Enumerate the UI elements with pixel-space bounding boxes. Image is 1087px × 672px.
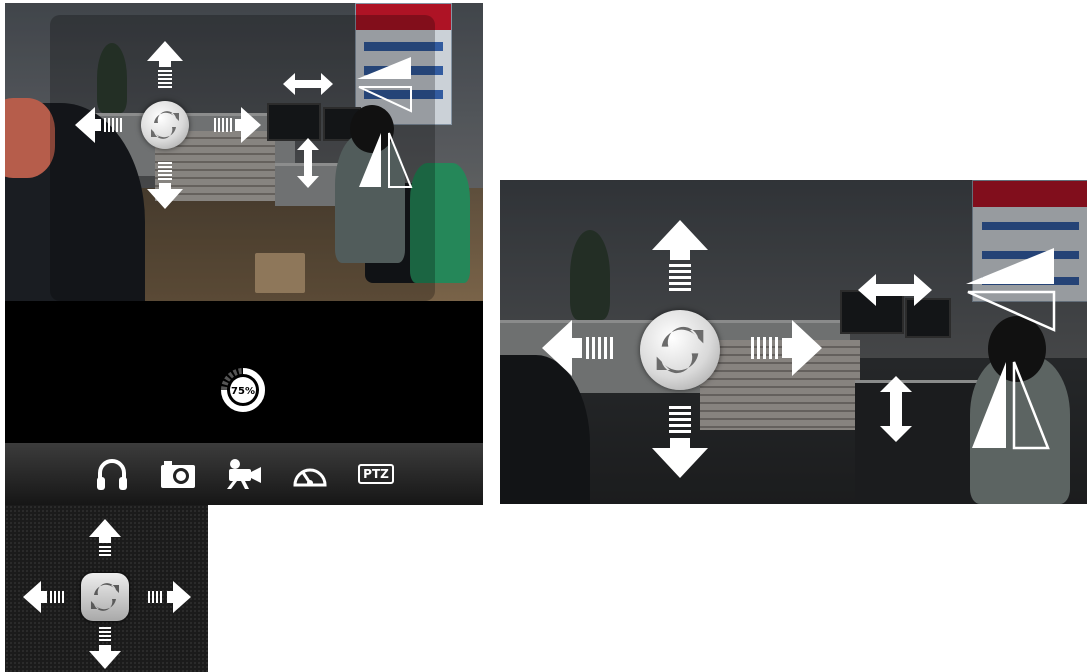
focus-icon[interactable]: [357, 131, 413, 189]
speedometer-icon: [293, 468, 327, 487]
arrow-down-icon[interactable]: [652, 396, 708, 478]
arrow-right-icon[interactable]: [738, 320, 822, 376]
listen-button[interactable]: [92, 454, 132, 494]
refresh-icon: [151, 111, 179, 139]
camera-icon: [161, 461, 195, 488]
pan-horizontal-icon[interactable]: [858, 272, 932, 308]
ptz-label: PTZ: [358, 464, 394, 484]
auto-rotate-button[interactable]: [141, 101, 189, 149]
arrow-down-icon[interactable]: [89, 623, 121, 669]
tilt-vertical-icon[interactable]: [295, 138, 321, 188]
refresh-icon: [656, 326, 704, 374]
zoom-icon[interactable]: [966, 246, 1056, 332]
arrow-left-icon[interactable]: [75, 107, 131, 143]
bottom-toolbar: PTZ: [5, 443, 483, 505]
video-feed-right[interactable]: [500, 180, 1087, 504]
ptz-pad-left: [75, 41, 261, 211]
tilt-vertical-icon[interactable]: [878, 376, 914, 442]
auto-rotate-button[interactable]: [81, 573, 129, 621]
arrow-down-icon[interactable]: [147, 153, 183, 209]
arrow-up-icon[interactable]: [652, 220, 708, 302]
loading-progress: 75%: [221, 368, 265, 412]
pan-horizontal-icon[interactable]: [283, 71, 333, 97]
ptz-pad-right: [542, 220, 822, 480]
record-button[interactable]: [224, 454, 264, 494]
arrow-left-icon[interactable]: [23, 581, 75, 613]
focus-icon[interactable]: [970, 360, 1050, 450]
snapshot-button[interactable]: [158, 454, 198, 494]
refresh-icon: [91, 583, 119, 611]
arrow-up-icon[interactable]: [89, 519, 121, 565]
arrow-right-icon[interactable]: [205, 107, 261, 143]
speed-button[interactable]: [290, 454, 330, 494]
left-screen: 75% PTZ: [5, 3, 483, 505]
progress-label: 75%: [231, 386, 255, 397]
auto-rotate-button[interactable]: [640, 310, 720, 390]
arrow-right-icon[interactable]: [139, 581, 191, 613]
ptz-button[interactable]: PTZ: [356, 454, 396, 494]
zoom-icon[interactable]: [357, 55, 413, 113]
arrow-left-icon[interactable]: [542, 320, 626, 376]
arrow-up-icon[interactable]: [147, 41, 183, 97]
headphones-icon: [97, 459, 127, 490]
ptz-control-panel: [5, 505, 208, 672]
video-camera-icon: [227, 459, 261, 489]
